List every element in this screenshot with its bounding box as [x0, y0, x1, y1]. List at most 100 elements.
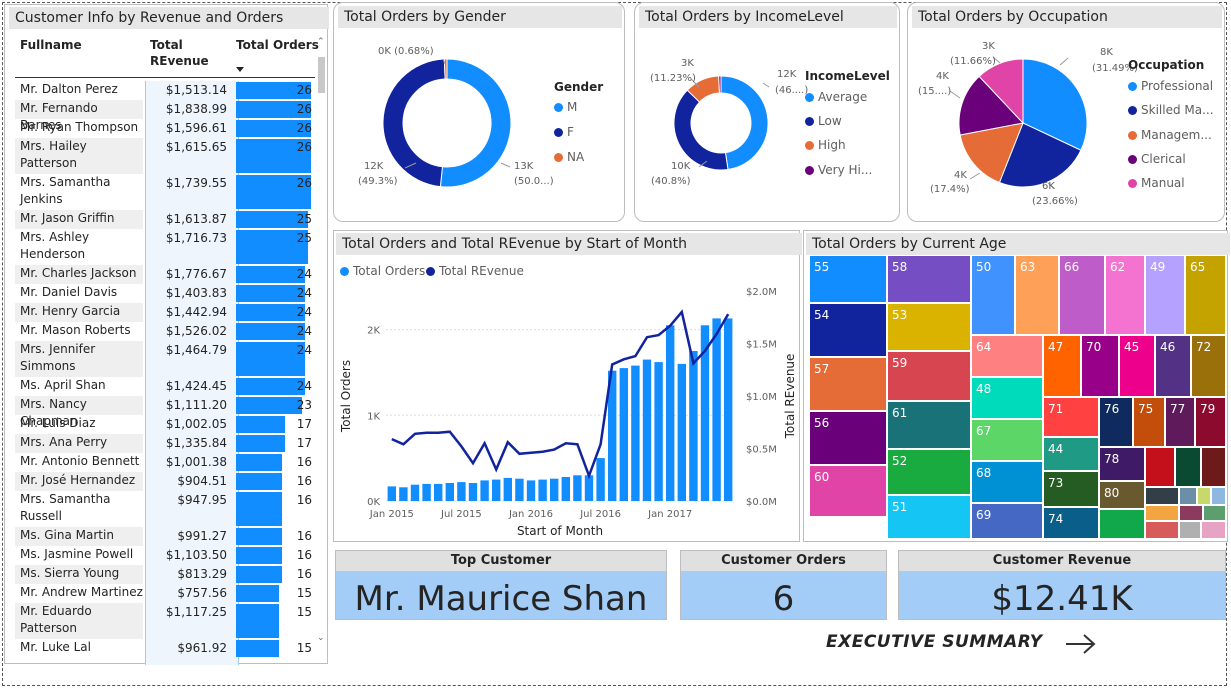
legend-item-na[interactable]: NA: [554, 150, 584, 164]
bar-total-orders[interactable]: [538, 479, 547, 501]
treemap-tile[interactable]: [1201, 521, 1226, 539]
treemap-tile[interactable]: 52: [887, 449, 971, 495]
table-row[interactable]: Mr. Mason Roberts $1,526.02 24: [15, 322, 315, 341]
treemap-tile[interactable]: [1145, 521, 1179, 539]
treemap-tile[interactable]: 68: [971, 461, 1043, 503]
bar-total-orders[interactable]: [480, 480, 489, 501]
legend-item-high[interactable]: High: [805, 138, 846, 152]
col-header-fullname[interactable]: Fullname: [20, 37, 82, 53]
bar-total-orders[interactable]: [457, 482, 466, 501]
table-row[interactable]: Mrs. Samantha Jenkins $1,739.55 26: [15, 174, 315, 210]
bar-total-orders[interactable]: [619, 368, 628, 501]
table-row[interactable]: Mrs. Jennifer Simmons $1,464.79 24: [15, 341, 315, 377]
bar-total-orders[interactable]: [573, 475, 582, 501]
arrow-right-icon[interactable]: [1064, 632, 1098, 656]
treemap-tile[interactable]: 80: [1099, 481, 1145, 509]
table-row[interactable]: Mr. Daniel Davis $1,403.83 24: [15, 284, 315, 303]
treemap-tile[interactable]: 54: [809, 303, 887, 357]
bar-total-orders[interactable]: [561, 477, 570, 501]
scroll-up-icon[interactable]: ⌃: [317, 37, 325, 47]
bar-total-orders[interactable]: [526, 480, 536, 501]
treemap-tile[interactable]: [1145, 505, 1179, 521]
bar-total-orders[interactable]: [550, 478, 559, 501]
legend-item-clerical[interactable]: Clerical: [1128, 152, 1186, 166]
bar-total-orders[interactable]: [689, 351, 698, 501]
treemap-tile[interactable]: 60: [809, 465, 887, 517]
col-header-revenue[interactable]: Total REvenue: [150, 37, 210, 69]
table-row[interactable]: Mr. Dalton Perez $1,513.14 26: [15, 81, 315, 100]
treemap-tile[interactable]: [1145, 447, 1175, 487]
bar-total-orders[interactable]: [399, 487, 408, 501]
table-row[interactable]: Mrs. Hailey Patterson $1,615.65 26: [15, 138, 315, 174]
legend-item-f[interactable]: F: [554, 125, 574, 139]
table-row[interactable]: Ms. Sierra Young $813.29 16: [15, 565, 315, 584]
bar-total-orders[interactable]: [410, 484, 420, 501]
table-scrollbar[interactable]: ⌃ ⌄: [317, 35, 325, 655]
treemap-tile[interactable]: 67: [971, 419, 1043, 461]
gender-donut-chart[interactable]: [334, 3, 626, 223]
treemap-tile[interactable]: [1145, 487, 1179, 505]
occupation-pie-panel[interactable]: Total Orders by Occupation 3K (11.66%) 8…: [907, 2, 1225, 222]
legend-item-manual[interactable]: Manual: [1128, 176, 1185, 190]
treemap-tile[interactable]: 48: [971, 377, 1043, 419]
treemap-tile[interactable]: 76: [1099, 397, 1133, 447]
treemap-tile[interactable]: 69: [971, 503, 1043, 539]
treemap-tile[interactable]: 71: [1043, 397, 1099, 437]
slice-m[interactable]: [439, 58, 512, 188]
slice-low[interactable]: [673, 89, 729, 171]
treemap-tile[interactable]: [1099, 509, 1145, 539]
treemap-tile[interactable]: [1203, 505, 1226, 521]
age-treemap-panel[interactable]: Total Orders by Current Age 55 54 57 56 60 58…: [803, 230, 1230, 542]
table-row[interactable]: Mr. Ryan Thompson $1,596.61 26: [15, 119, 315, 138]
treemap-tile[interactable]: 46: [1155, 335, 1191, 397]
bar-total-orders[interactable]: [666, 325, 675, 501]
table-row[interactable]: Mrs. Samantha Russell $947.95 16: [15, 491, 315, 527]
bar-total-orders[interactable]: [654, 362, 663, 501]
treemap-tile[interactable]: 74: [1043, 507, 1099, 539]
sort-descending-icon[interactable]: [236, 67, 244, 72]
slice-f[interactable]: [382, 58, 446, 188]
table-row[interactable]: Mrs. Ana Perry $1,335.84 17: [15, 434, 315, 453]
treemap-tile[interactable]: 61: [887, 401, 971, 449]
orders-revenue-combo-panel[interactable]: Total Orders and Total REvenue by Start …: [333, 230, 802, 543]
treemap-tile[interactable]: 77: [1165, 397, 1195, 447]
table-row[interactable]: Mr. Luis Diaz $1,002.05 17: [15, 415, 315, 434]
bar-total-orders[interactable]: [434, 483, 443, 501]
treemap-tile[interactable]: [1211, 487, 1226, 505]
table-row[interactable]: Mrs. Nancy Chapman $1,111.20 23: [15, 396, 315, 428]
treemap-tile[interactable]: [1175, 447, 1201, 487]
legend-item-professional[interactable]: Professional: [1128, 79, 1213, 93]
income-donut-panel[interactable]: Total Orders by IncomeLevel 3K (11.23%) …: [634, 2, 900, 222]
combo-chart[interactable]: 0K 1K 2K $0.0M $0.5M $1.0M $1.5M $2.0M Jan 2015 J…: [334, 231, 801, 543]
table-row[interactable]: Mr. Henry Garcia $1,442.94 24: [15, 303, 315, 322]
slice-average[interactable]: [720, 75, 769, 171]
table-row[interactable]: Mr. Jason Griffin $1,613.87 25: [15, 210, 315, 229]
treemap-tile[interactable]: 56: [809, 411, 887, 465]
scroll-thumb[interactable]: [318, 57, 325, 93]
bar-total-orders[interactable]: [677, 363, 686, 501]
bar-total-orders[interactable]: [596, 458, 605, 501]
bar-total-orders[interactable]: [515, 478, 524, 501]
treemap-tile[interactable]: 72: [1191, 335, 1226, 397]
treemap-tile[interactable]: 65: [1185, 255, 1226, 335]
table-row[interactable]: Mrs. Ashley Henderson $1,716.73 25: [15, 229, 315, 265]
legend-item-very-high[interactable]: Very Hi...: [805, 163, 872, 177]
table-row[interactable]: Ms. Gina Martin $991.27 16: [15, 527, 315, 546]
bar-total-orders[interactable]: [712, 318, 721, 501]
bar-total-orders[interactable]: [445, 483, 454, 501]
treemap-tile[interactable]: 47: [1043, 335, 1081, 397]
table-row[interactable]: Ms. Jasmine Powell $1,103.50 16: [15, 546, 315, 565]
legend-item-average[interactable]: Average: [805, 90, 867, 104]
table-row[interactable]: Mr. Luke Lal $961.92 15: [15, 639, 315, 658]
treemap-tile[interactable]: [1179, 505, 1203, 521]
treemap-tile[interactable]: [1201, 447, 1226, 487]
treemap-tile[interactable]: 55: [809, 255, 887, 303]
treemap-tile[interactable]: 70: [1081, 335, 1119, 397]
treemap-tile[interactable]: 51: [887, 495, 971, 539]
bar-total-orders[interactable]: [503, 477, 512, 501]
treemap-tile[interactable]: 44: [1043, 437, 1099, 471]
treemap-tile[interactable]: 53: [887, 303, 971, 351]
treemap-tile[interactable]: 59: [887, 351, 971, 401]
bar-total-orders[interactable]: [492, 479, 501, 501]
treemap-tile[interactable]: 79: [1195, 397, 1226, 447]
